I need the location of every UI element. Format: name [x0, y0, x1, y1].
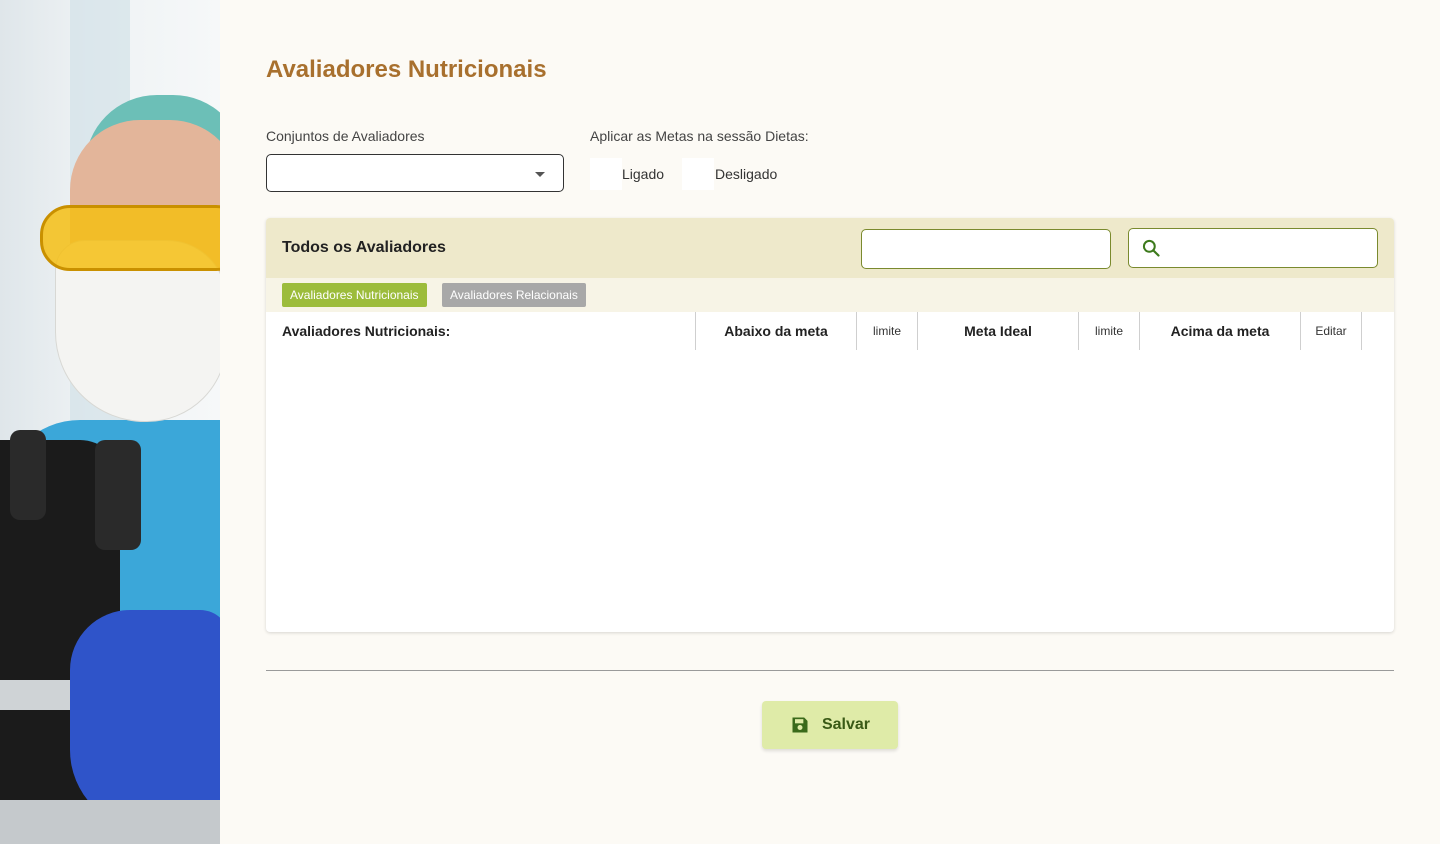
hero-photo [0, 0, 220, 844]
conjuntos-label: Conjuntos de Avaliadores [266, 128, 425, 144]
ligado-radio[interactable] [590, 158, 622, 190]
avaliadores-card: Todos os Avaliadores Avaliadores Nutrici… [266, 218, 1394, 632]
chevron-down-icon[interactable] [535, 172, 545, 177]
col-limite-2: limite [1094, 324, 1123, 338]
tab-avaliadores-nutricionais[interactable]: Avaliadores Nutricionais [282, 283, 427, 307]
table-header: Avaliadores Nutricionais: Abaixo da meta… [266, 312, 1394, 350]
search-icon[interactable] [1141, 238, 1161, 258]
filter-input[interactable] [861, 229, 1111, 269]
col-abaixo-meta: Abaixo da meta [724, 323, 828, 339]
section-divider [266, 670, 1394, 671]
table-body [266, 350, 1394, 632]
save-button-label: Salvar [821, 716, 871, 733]
col-meta-ideal: Meta Ideal [964, 323, 1032, 339]
col-editar: Editar [1315, 324, 1347, 338]
page-title: Avaliadores Nutricionais [266, 56, 547, 83]
save-button[interactable]: Salvar [762, 701, 898, 749]
search-input[interactable] [1128, 228, 1378, 268]
desligado-radio[interactable] [682, 158, 714, 190]
card-title: Todos os Avaliadores [282, 239, 446, 256]
tabs-bar: Avaliadores Nutricionais Avaliadores Rel… [266, 278, 1394, 312]
col-acima-meta: Acima da meta [1170, 323, 1270, 339]
card-header: Todos os Avaliadores [266, 218, 1394, 278]
desligado-label[interactable]: Desligado [715, 166, 777, 182]
col-divider [1361, 312, 1362, 350]
col-avaliadores: Avaliadores Nutricionais: [282, 323, 451, 339]
conjuntos-select[interactable] [266, 154, 564, 192]
col-limite-1: limite [872, 324, 901, 338]
ligado-label[interactable]: Ligado [622, 166, 664, 182]
floppy-disk-icon [792, 717, 808, 733]
tab-avaliadores-relacionais[interactable]: Avaliadores Relacionais [442, 283, 586, 307]
metas-label: Aplicar as Metas na sessão Dietas: [590, 128, 809, 144]
